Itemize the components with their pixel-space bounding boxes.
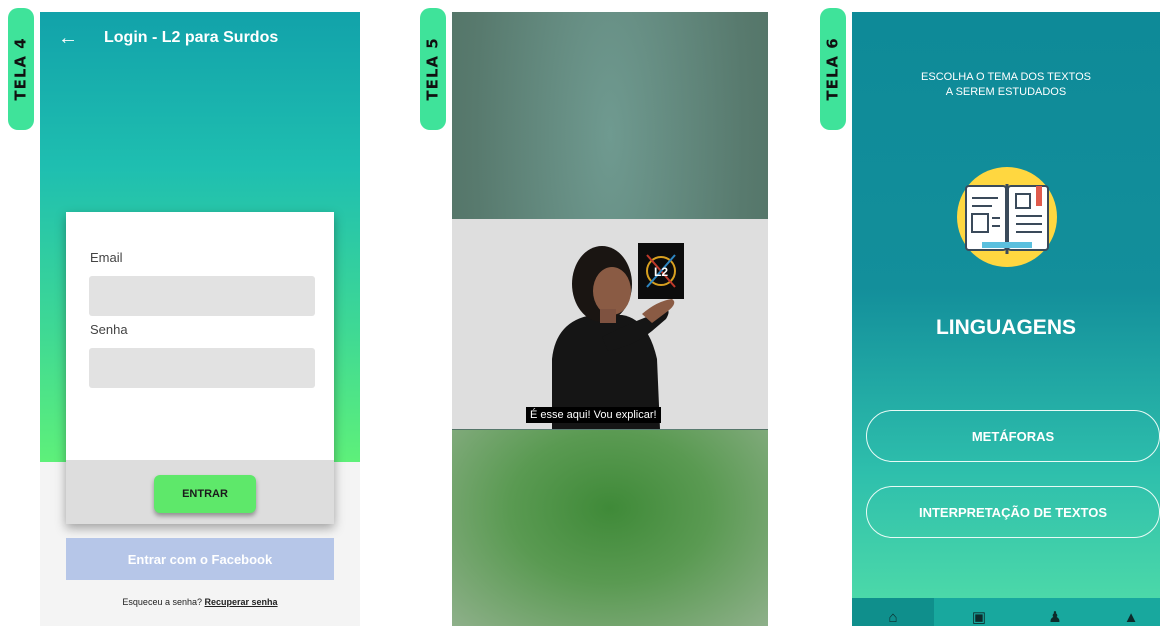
forgot-password-line: Esqueceu a senha? Recuperar senha [40, 597, 360, 607]
login-card: Email Senha ENTRAR [66, 212, 334, 524]
tela-4-tag: TELA 4 [8, 8, 34, 130]
login-screen: ← Login - L2 para Surdos Email Senha ENT… [40, 12, 360, 626]
tela-6-tag: TELA 6 [820, 8, 846, 130]
nav-book-icon[interactable]: ▣ [938, 598, 1020, 626]
screen-heading: ESCOLHA O TEMA DOS TEXTOS A SEREM ESTUDA… [852, 70, 1160, 100]
facebook-login-button[interactable]: Entrar com o Facebook [66, 538, 334, 580]
topic-screen: ESCOLHA O TEMA DOS TEXTOS A SEREM ESTUDA… [852, 12, 1160, 626]
nav-thumb-icon[interactable]: ▲ [1090, 598, 1160, 626]
nav-person-icon[interactable]: ♟ [1014, 598, 1096, 626]
nav-home-icon[interactable]: ⌂ [852, 598, 934, 626]
heading-line-2: A SEREM ESTUDADOS [945, 86, 1067, 98]
back-arrow-icon[interactable]: ← [58, 27, 78, 50]
video-screen: L2 É esse aqui! Vou explicar! [452, 12, 768, 626]
logo-text: L2 [654, 265, 668, 279]
email-label: Email [90, 250, 123, 265]
video-subtitle: É esse aqui! Vou explicar! [526, 407, 661, 423]
forgot-password-text: Esqueceu a senha? [122, 597, 202, 607]
interpreter-figure: L2 [552, 243, 684, 429]
option-metaforas-button[interactable]: METÁFORAS [866, 410, 1160, 462]
password-field[interactable] [89, 348, 315, 388]
bottom-navigation: ⌂ ▣ ♟ ▲ [852, 598, 1160, 626]
email-field[interactable] [89, 276, 315, 316]
sign-language-video[interactable]: L2 É esse aqui! Vou explicar! [452, 219, 768, 429]
recover-password-link[interactable]: Recuperar senha [205, 597, 278, 607]
topic-title: LINGUAGENS [935, 316, 1076, 339]
password-label: Senha [90, 322, 128, 337]
heading-line-1: ESCOLHA O TEMA DOS TEXTOS [921, 71, 1091, 83]
tela-5-tag: TELA 5 [420, 8, 446, 130]
blurred-background [452, 430, 768, 626]
page-title: Login - L2 para Surdos [104, 29, 279, 46]
app-bar: ← Login - L2 para Surdos [40, 12, 360, 64]
book-illustration-icon [957, 167, 1057, 267]
login-button[interactable]: ENTRAR [154, 475, 256, 513]
option-interpretacao-button[interactable]: INTERPRETAÇÃO DE TEXTOS [866, 486, 1160, 538]
